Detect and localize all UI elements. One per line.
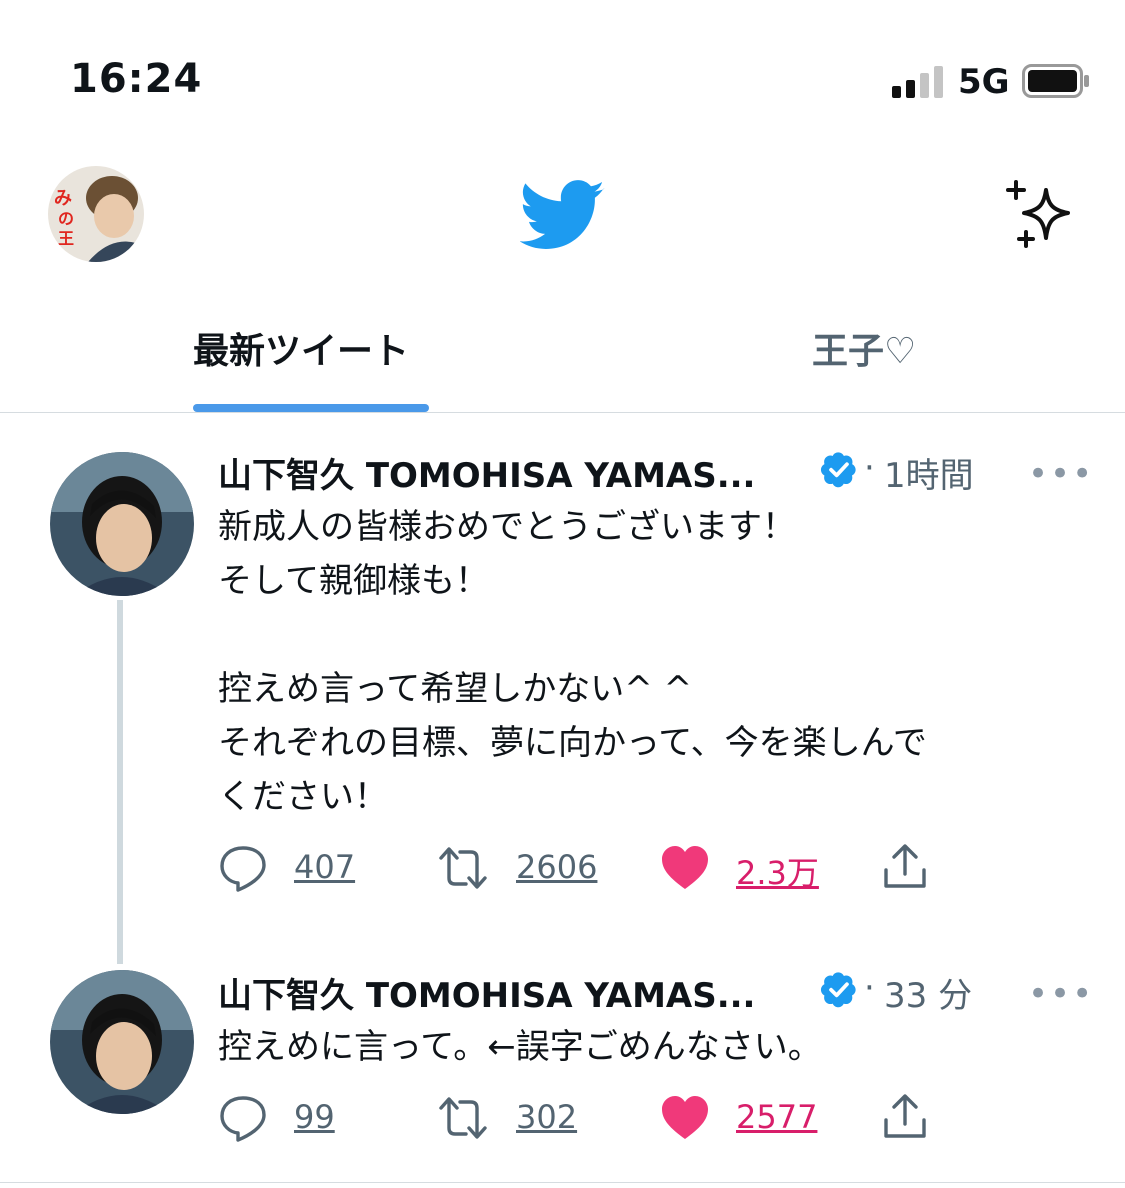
liked-heart-icon[interactable] <box>660 1094 710 1142</box>
tweet-time[interactable]: 33 分 <box>884 968 972 1017</box>
cellular-signal-icon <box>892 66 943 98</box>
tweet-dot: · <box>864 968 875 1008</box>
svg-text:王: 王 <box>58 229 74 248</box>
retweet-count[interactable]: 2606 <box>516 848 597 886</box>
tweet-time[interactable]: 1時間 <box>884 448 974 497</box>
retweet-count[interactable]: 302 <box>516 1098 577 1136</box>
thread-connector <box>117 600 123 964</box>
tweet-divider <box>0 1182 1125 1183</box>
reply-count[interactable]: 99 <box>294 1098 335 1136</box>
active-tab-indicator <box>193 404 429 412</box>
network-type: 5G <box>958 62 1010 102</box>
share-icon[interactable] <box>880 1092 930 1140</box>
liked-heart-icon[interactable] <box>660 844 710 892</box>
like-count[interactable]: 2.3万 <box>736 848 819 894</box>
svg-text:み: み <box>54 188 72 209</box>
sparkle-icon[interactable] <box>1004 180 1078 250</box>
retweet-icon[interactable] <box>438 844 488 892</box>
tweet-author-name[interactable]: 山下智久 TOMOHISA YAMAS... <box>218 448 755 497</box>
profile-avatar[interactable]: み の 王 <box>48 166 144 262</box>
tweet-text: 新成人の皆様おめでとうございます！ そして親御様も！ 控えめ言って希望しかない^… <box>218 507 927 817</box>
verified-badge-icon <box>820 452 856 488</box>
retweet-icon[interactable] <box>438 1094 488 1142</box>
status-time: 16:24 <box>70 56 203 102</box>
twitter-bird-icon[interactable] <box>520 180 606 252</box>
tweet-text: 控えめに言って。←誤字ごめんなさい。 <box>218 1027 822 1067</box>
tweet-author-name[interactable]: 山下智久 TOMOHISA YAMAS... <box>218 968 755 1017</box>
svg-text:の: の <box>58 209 74 228</box>
tweet-dot: · <box>864 448 875 488</box>
reply-icon[interactable] <box>218 844 268 892</box>
share-icon[interactable] <box>880 842 930 890</box>
tab-latest-tweets[interactable]: 最新ツイート <box>193 322 409 374</box>
like-count[interactable]: 2577 <box>736 1098 817 1136</box>
more-options-button[interactable]: ••• <box>1028 454 1094 494</box>
battery-icon <box>1022 64 1089 98</box>
verified-badge-icon <box>820 972 856 1008</box>
tweet-author-avatar[interactable] <box>50 970 194 1114</box>
tweet-author-avatar[interactable] <box>50 452 194 596</box>
reply-icon[interactable] <box>218 1094 268 1142</box>
tab-divider <box>0 412 1125 413</box>
reply-count[interactable]: 407 <box>294 848 355 886</box>
tab-prince[interactable]: 王子♡ <box>812 322 916 374</box>
more-options-button[interactable]: ••• <box>1028 974 1094 1014</box>
